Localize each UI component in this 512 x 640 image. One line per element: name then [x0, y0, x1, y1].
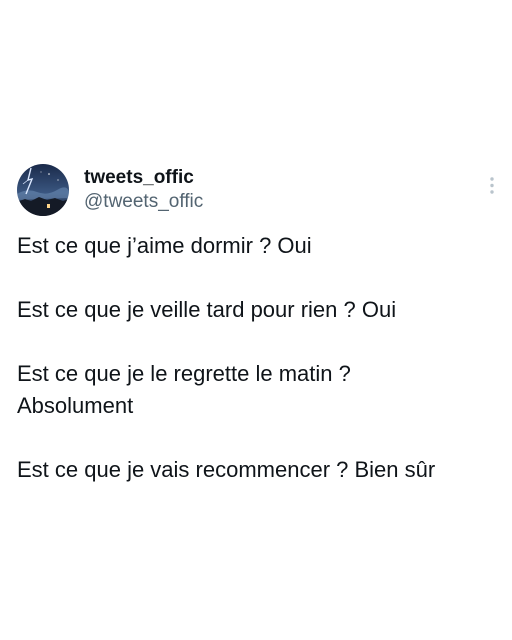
tweet-line-blank [17, 262, 497, 294]
more-vertical-icon [490, 177, 494, 194]
tweet-line-blank [17, 326, 497, 358]
tweet-line: Est ce que je veille tard pour rien ? Ou… [17, 297, 397, 322]
tweet-line: Est ce que je vais recommencer ? Bien sû… [17, 457, 436, 482]
tweet-card: tweets_offic @tweets_offic Est ce que j’… [0, 0, 512, 640]
tweet-line: Absolument [17, 393, 134, 418]
author-display-name[interactable]: tweets_offic [84, 166, 194, 190]
tweet-line-blank [17, 422, 497, 454]
tweet-text: Est ce que j’aime dormir ? Oui Est ce qu… [17, 230, 497, 486]
more-options-button[interactable] [482, 174, 502, 198]
avatar[interactable] [17, 164, 69, 216]
tweet-line: Est ce que je le regrette le matin ? [17, 361, 351, 386]
tweet-line: Est ce que j’aime dormir ? Oui [17, 233, 312, 258]
night-sky-lightning-avatar-icon [17, 164, 69, 216]
author-handle[interactable]: @tweets_offic [84, 190, 203, 214]
